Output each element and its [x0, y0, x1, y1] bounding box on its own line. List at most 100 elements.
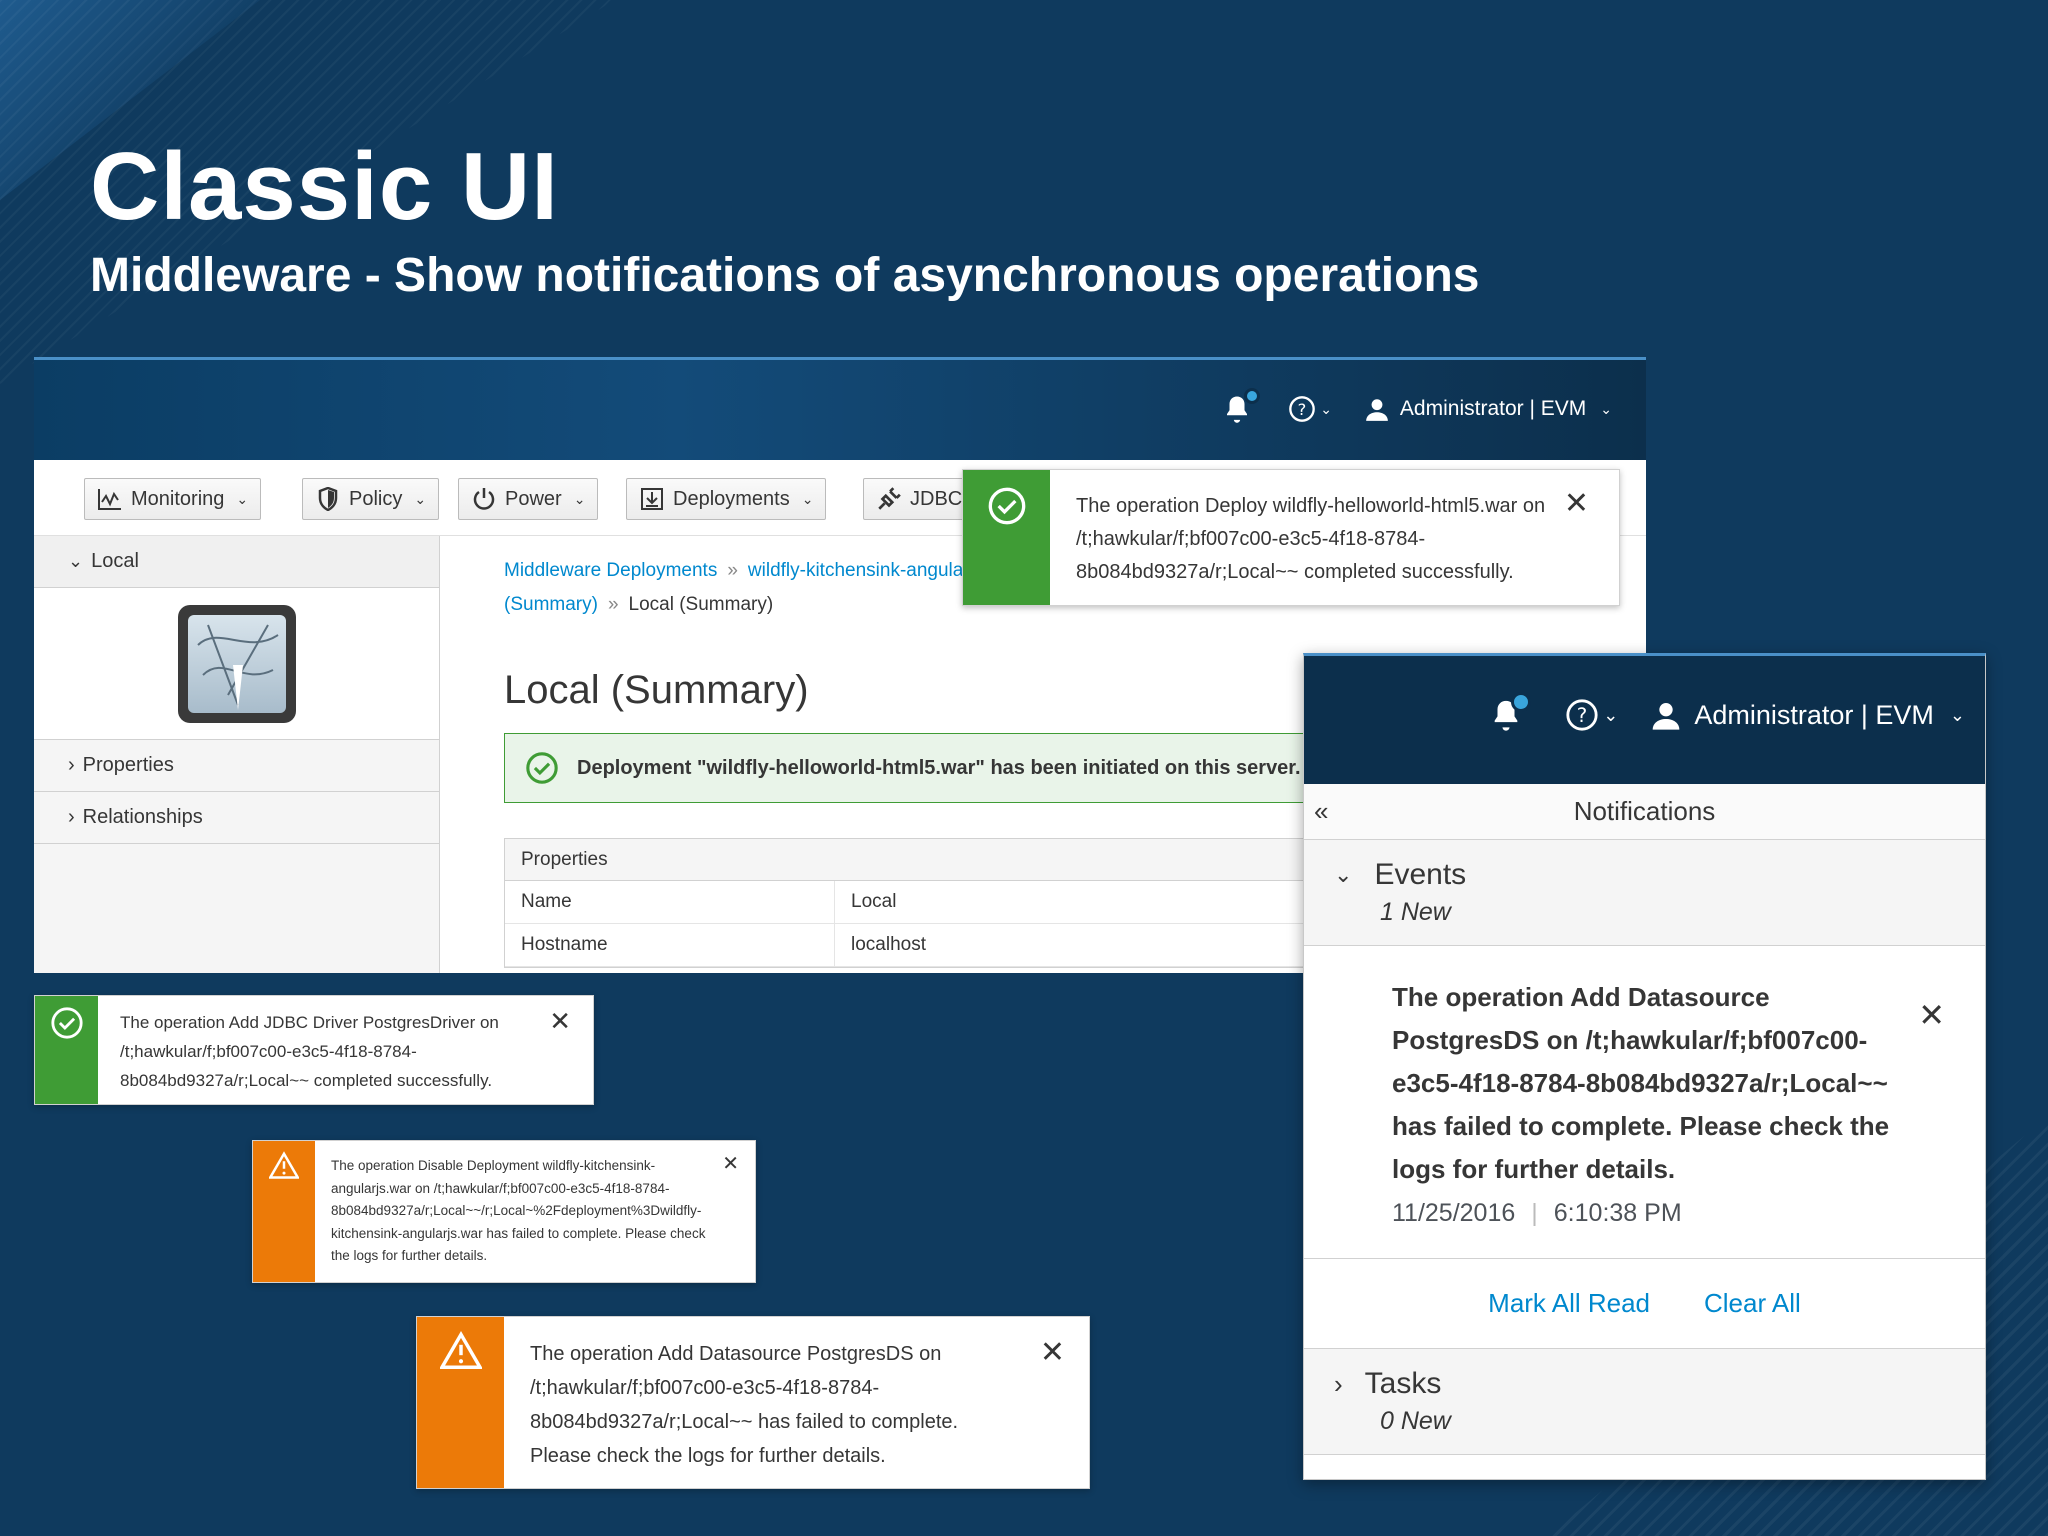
- notification-date: 11/25/2016: [1392, 1199, 1516, 1227]
- toast-status-strip: [417, 1317, 504, 1488]
- notification-item[interactable]: The operation Add Datasource PostgresDS …: [1304, 946, 1985, 1259]
- user-menu[interactable]: Administrator | EVM ⌄: [1650, 699, 1965, 731]
- chevron-down-icon: ⌄: [236, 490, 249, 507]
- mark-all-read-link[interactable]: Mark All Read: [1488, 1288, 1650, 1319]
- deployments-label: Deployments: [673, 487, 790, 510]
- close-icon[interactable]: ✕: [1564, 486, 1589, 521]
- toast-disable-failed: The operation Disable Deployment wildfly…: [252, 1140, 756, 1283]
- properties-table: Properties Name Local Hostname localhost: [504, 838, 1404, 968]
- breadcrumb-separator-icon: »: [727, 560, 738, 581]
- breadcrumb-separator-icon: »: [607, 594, 619, 615]
- breadcrumb-link-deployments[interactable]: Middleware Deployments: [504, 560, 717, 581]
- breadcrumb-current: Local (Summary): [628, 594, 774, 615]
- power-label: Power: [505, 487, 562, 510]
- close-icon[interactable]: ✕: [722, 1151, 739, 1176]
- toast-deploy-success: The operation Deploy wildfly-helloworld-…: [962, 469, 1620, 606]
- slide-title: Classic UI: [90, 133, 559, 240]
- svg-text:?: ?: [1577, 704, 1588, 727]
- drawer-title: Notifications: [1573, 796, 1716, 826]
- check-circle-icon: [526, 752, 558, 784]
- chevron-right-icon: ›: [68, 754, 75, 776]
- user-label: Administrator | EVM: [1399, 397, 1587, 420]
- deployments-button[interactable]: Deployments ⌄: [626, 478, 827, 520]
- close-icon[interactable]: ✕: [549, 1006, 571, 1037]
- sidebar-item-relationships[interactable]: › Relationships: [34, 792, 439, 844]
- power-icon: [471, 486, 497, 512]
- toast-message: The operation Add JDBC Driver PostgresDr…: [120, 1013, 499, 1090]
- toast-message: The operation Disable Deployment wildfly…: [331, 1158, 706, 1263]
- events-count: 1 New: [1380, 898, 1451, 926]
- breadcrumb-link-summary[interactable]: (Summary): [504, 594, 598, 615]
- sidebar-section-local[interactable]: ⌄ Local: [34, 536, 439, 588]
- help-icon: ?: [1289, 396, 1316, 422]
- tasks-label: Tasks: [1364, 1367, 1442, 1400]
- close-icon[interactable]: ✕: [1040, 1335, 1065, 1370]
- sidebar-item-label: Properties: [82, 754, 174, 776]
- events-label: Events: [1374, 858, 1467, 891]
- sidebar-item-properties[interactable]: › Properties: [34, 740, 439, 792]
- notification-text: The operation Add Datasource PostgresDS …: [1392, 982, 1890, 1184]
- property-value: Local: [851, 891, 897, 912]
- help-menu[interactable]: ? ⌄: [1565, 698, 1618, 732]
- table-row: Hostname localhost: [505, 924, 1403, 967]
- chevron-down-icon: ⌄: [1603, 704, 1619, 725]
- jdbc-label: JDBC: [910, 487, 963, 510]
- collapse-drawer-icon[interactable]: «: [1314, 796, 1328, 827]
- page-title: Local (Summary): [504, 668, 809, 712]
- drawer-actions: Mark All Read Clear All: [1304, 1259, 1985, 1349]
- toast-status-strip: [253, 1141, 315, 1282]
- drawer-masthead: ? ⌄ Administrator | EVM ⌄: [1304, 656, 1985, 784]
- toast-status-strip: [963, 470, 1050, 605]
- tasks-section-header[interactable]: › Tasks 0 New: [1304, 1349, 1985, 1455]
- notifications-bell-icon[interactable]: [1489, 692, 1532, 732]
- notification-time: 6:10:38 PM: [1553, 1199, 1682, 1227]
- monitoring-label: Monitoring: [131, 487, 225, 510]
- chevron-down-icon: ⌄: [573, 490, 586, 507]
- toast-datasource-failed: The operation Add Datasource PostgresDS …: [416, 1316, 1090, 1489]
- chevron-right-icon: ›: [68, 806, 75, 828]
- divider: |: [1531, 1199, 1538, 1227]
- chevron-down-icon: ⌄: [1334, 862, 1353, 887]
- property-key: Hostname: [505, 924, 835, 966]
- warning-triangle-icon: [269, 1151, 299, 1179]
- flash-success-message: Deployment "wildfly-helloworld-html5.war…: [504, 733, 1404, 803]
- new-notification-dot: [1511, 692, 1532, 712]
- policy-label: Policy: [349, 487, 403, 510]
- property-key: Name: [505, 881, 835, 923]
- user-label: Administrator | EVM: [1694, 699, 1934, 730]
- property-value: localhost: [851, 934, 926, 955]
- slide-subtitle: Middleware - Show notifications of async…: [90, 249, 1480, 302]
- properties-header: Properties: [505, 839, 1403, 881]
- new-notification-dot: [1244, 388, 1261, 404]
- user-icon: [1366, 399, 1388, 421]
- help-icon: ?: [1566, 699, 1598, 731]
- power-button[interactable]: Power ⌄: [458, 478, 599, 520]
- policy-button[interactable]: Policy ⌄: [302, 478, 440, 520]
- chevron-down-icon: ⌄: [1600, 400, 1612, 417]
- chevron-right-icon: ›: [1334, 1368, 1343, 1399]
- sidebar-item-label: Relationships: [82, 806, 203, 828]
- close-icon[interactable]: ✕: [1918, 996, 1945, 1034]
- toast-message: The operation Deploy wildfly-helloworld-…: [1076, 495, 1546, 583]
- notifications-bell-icon[interactable]: [1222, 388, 1261, 424]
- warning-triangle-icon: [439, 1331, 482, 1369]
- notification-drawer-screenshot: ? ⌄ Administrator | EVM ⌄ « Notification…: [1303, 653, 1986, 1480]
- shield-icon: [315, 486, 341, 512]
- breadcrumb: Middleware Deployments» wildfly-kitchensi…: [504, 554, 1024, 622]
- sidebar: ⌄ Local › Properties › Relationships: [34, 536, 440, 973]
- check-circle-icon: [988, 487, 1025, 525]
- sidebar-section-label: Local: [91, 550, 139, 572]
- masthead: ? ⌄ Administrator | EVM ⌄: [34, 360, 1646, 460]
- events-section-header[interactable]: ⌄ Events 1 New: [1304, 840, 1985, 946]
- monitoring-button[interactable]: Monitoring ⌄: [84, 478, 262, 520]
- chevron-down-icon: ⌄: [1320, 400, 1332, 417]
- chevron-down-icon: ⌄: [801, 490, 814, 507]
- tasks-count: 0 New: [1380, 1407, 1451, 1435]
- svg-text:?: ?: [1298, 400, 1307, 419]
- check-circle-icon: [50, 1007, 83, 1039]
- clear-all-link[interactable]: Clear All: [1704, 1288, 1801, 1319]
- download-box-icon: [639, 486, 665, 512]
- user-menu[interactable]: Administrator | EVM ⌄: [1364, 396, 1612, 422]
- help-menu[interactable]: ? ⌄: [1288, 395, 1332, 423]
- toast-status-strip: [35, 996, 98, 1104]
